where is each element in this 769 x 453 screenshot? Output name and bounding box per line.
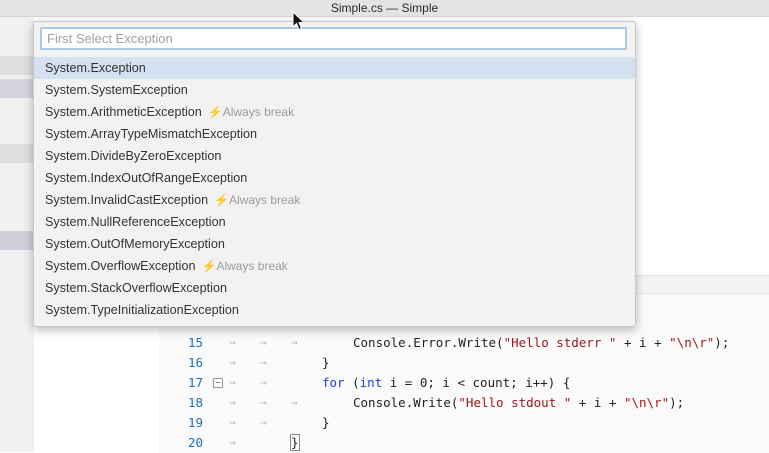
exception-name: System.NullReferenceException: [45, 215, 226, 229]
indent-guide-icon: →: [291, 396, 298, 409]
always-break-badge: ⚡Always break: [201, 259, 287, 273]
exception-list-item[interactable]: System.TypeInitializationException: [34, 299, 635, 321]
exception-list-item[interactable]: System.IndexOutOfRangeException: [34, 167, 635, 189]
exception-name: System.DivideByZeroException: [45, 149, 222, 163]
always-break-badge: ⚡Always break: [214, 193, 300, 207]
exception-name: System.Exception: [45, 61, 146, 75]
lightning-icon: ⚡: [214, 193, 230, 207]
exception-list-item[interactable]: System.OutOfMemoryException: [34, 233, 635, 255]
code-token: (: [496, 335, 504, 350]
exception-list-item[interactable]: System.ArithmeticException ⚡Always break: [34, 101, 635, 123]
lightning-icon: ⚡: [201, 259, 217, 273]
code-line[interactable]: 18 → → → Console.Write("Hello stdout " + i +…: [159, 393, 769, 413]
exception-name: System.StackOverflowException: [45, 281, 227, 295]
indent-guide-icon: →: [229, 376, 236, 389]
exception-list-item[interactable]: System.OverflowException ⚡Always break: [34, 255, 635, 277]
line-number: 16: [187, 355, 203, 370]
indent-guide-icon: →: [229, 416, 236, 429]
code-token: Write: [458, 335, 497, 350]
exception-name: System.TypeInitializationException: [45, 303, 239, 317]
mouse-cursor-icon: [292, 11, 306, 31]
exception-list-item[interactable]: System.ArrayTypeMismatchException: [34, 123, 635, 145]
exception-name: System.OverflowException: [45, 259, 196, 273]
exception-list: System.Exception System.SystemException Sy…: [34, 57, 635, 321]
code-token: "\n\r": [669, 335, 715, 350]
code-token: }: [322, 355, 330, 370]
code-text: for (int i = 0; i < count; i++) {: [322, 373, 570, 393]
code-token: + i +: [616, 335, 670, 350]
exception-name: System.IndexOutOfRangeException: [45, 171, 248, 185]
indent-guide-icon: →: [260, 336, 267, 349]
sidebar: cation: [0, 17, 34, 452]
code-token: "Hello stderr ": [503, 335, 617, 350]
code-token: (: [344, 375, 360, 390]
code-text: }: [322, 353, 330, 373]
always-break-badge: ⚡Always break: [208, 105, 294, 119]
exception-name: System.ArithmeticException: [45, 105, 202, 119]
indent-guide-icon: →: [229, 436, 236, 449]
code-token: }: [322, 415, 330, 430]
window-title-bar: Simple.cs — Simple: [0, 0, 769, 17]
sidebar-row[interactable]: [0, 56, 34, 75]
code-text: Console.Write("Hello stdout " + i + "\n\…: [353, 393, 684, 413]
code-line[interactable]: 19 → →}: [159, 413, 769, 433]
code-line[interactable]: 15 → → → Console.Error.Write("Hello stderr "…: [159, 333, 769, 353]
sidebar-row[interactable]: [0, 144, 34, 163]
indent-guide-icon: →: [229, 356, 236, 369]
code-token: + i +: [571, 395, 624, 410]
window-title: Simple.cs — Simple: [330, 1, 439, 15]
code-line[interactable]: 16 → →}: [159, 353, 769, 373]
exception-list-item[interactable]: System.StackOverflowException: [34, 277, 635, 299]
fold-toggle-icon[interactable]: −: [213, 378, 223, 388]
indent-guide-icon: →: [260, 376, 267, 389]
exception-name: System.InvalidCastException: [45, 193, 209, 207]
indent-guide-icon: →: [260, 396, 267, 409]
always-break-label: Always break: [216, 259, 288, 273]
exception-list-item[interactable]: System.SystemException: [34, 79, 635, 101]
line-number: 15: [187, 335, 203, 350]
indent-guide-icon: →: [291, 336, 298, 349]
code-token: Write: [413, 395, 451, 410]
code-token: );: [714, 335, 730, 350]
exception-name: System.ArrayTypeMismatchException: [45, 127, 258, 141]
indent-guide-icon: →: [229, 396, 236, 409]
indent-guide-icon: →: [260, 416, 267, 429]
code-token: Error: [413, 335, 451, 350]
code-text: }: [322, 413, 330, 433]
code-token: Console: [353, 335, 406, 350]
code-line[interactable]: 20 →}: [159, 433, 769, 453]
indent-guide-icon: →: [229, 336, 236, 349]
code-text: Console.Error.Write("Hello stderr " + i …: [353, 333, 729, 353]
code-token: Console: [353, 395, 406, 410]
code-token: "Hello stdout ": [458, 395, 572, 410]
line-number: 18: [187, 395, 203, 410]
exception-list-item[interactable]: System.InvalidCastException ⚡Always break: [34, 189, 635, 211]
code-text: }: [290, 433, 300, 453]
exception-list-item[interactable]: System.NullReferenceException: [34, 211, 635, 233]
indent-guide-icon: →: [260, 356, 267, 369]
lightning-icon: ⚡: [207, 105, 223, 119]
exception-name: System.OutOfMemoryException: [45, 237, 225, 251]
line-number: 20: [187, 435, 203, 450]
code-token: i = 0; i < count; i++) {: [382, 375, 571, 390]
exception-picker-popup: System.Exception System.SystemException Sy…: [33, 21, 636, 327]
code-line[interactable]: 17− → → for (int i = 0; i < count; i++) {: [159, 373, 769, 393]
sidebar-row[interactable]: [0, 231, 34, 250]
code-token: );: [669, 395, 685, 410]
line-number: 19: [187, 415, 203, 430]
exception-list-item[interactable]: System.Exception: [34, 57, 635, 79]
always-break-label: Always break: [222, 105, 295, 119]
exception-search-input[interactable]: [40, 27, 627, 50]
always-break-label: Always break: [229, 193, 301, 207]
code-token: int: [359, 375, 383, 390]
exception-name: System.SystemException: [45, 83, 188, 97]
code-token: "\n\r": [623, 395, 670, 410]
line-number: 17: [187, 375, 203, 390]
sidebar-row[interactable]: [0, 79, 34, 98]
exception-list-item[interactable]: System.DivideByZeroException: [34, 145, 635, 167]
code-token: for: [322, 375, 345, 390]
code-token: }: [290, 434, 300, 451]
